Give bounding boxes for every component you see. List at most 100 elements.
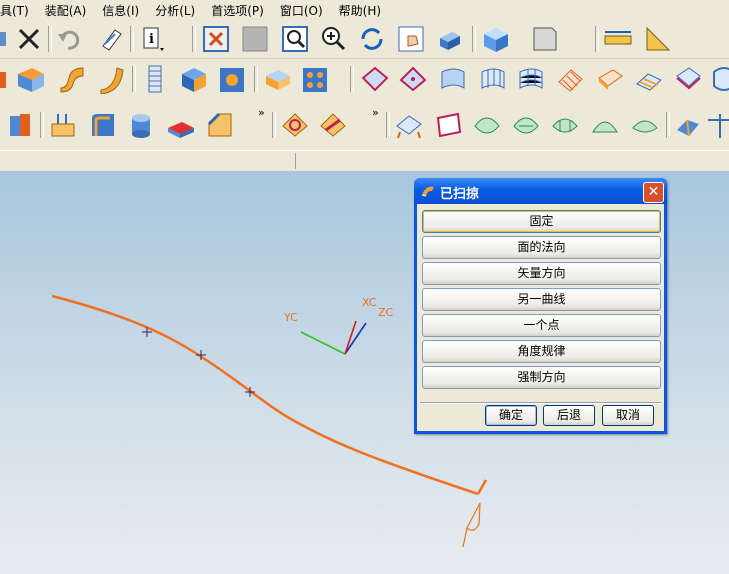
measure-angle-icon[interactable] (643, 24, 673, 54)
option-angle-law-button[interactable]: 角度规律 (422, 340, 661, 363)
shaded-view-icon[interactable] (434, 24, 464, 54)
option-another-curve-button[interactable]: 另一曲线 (422, 288, 661, 311)
wcs-y-axis (300, 331, 346, 355)
measure-distance-icon[interactable] (603, 24, 633, 54)
smooth-poles-icon[interactable] (511, 110, 541, 140)
wcs-x-axis (344, 322, 367, 355)
direction-cone (462, 502, 481, 548)
through-curves-icon[interactable] (478, 64, 508, 94)
option-forced-direction-button[interactable]: 强制方向 (422, 366, 661, 389)
swept-app-icon (421, 186, 434, 197)
menu-bar: 具(T) 装配(A) 信息(I) 分析(L) 首选项(P) 窗口(O) 帮助(H… (0, 0, 729, 20)
x-form-icon[interactable] (434, 110, 464, 140)
toolbar-separator (666, 112, 670, 138)
zoom-region-icon[interactable] (240, 24, 270, 54)
render-style-icon[interactable] (480, 24, 510, 54)
trim-body-icon[interactable] (6, 110, 36, 140)
global-shaping-icon[interactable] (550, 110, 580, 140)
cylinder-icon[interactable] (126, 110, 156, 140)
section-line (476, 479, 488, 495)
edit-parameters-icon[interactable] (318, 110, 348, 140)
n-sided-surface-icon[interactable] (673, 64, 703, 94)
thread-icon[interactable] (140, 64, 170, 94)
svg-text:i: i (149, 32, 154, 47)
menu-analysis[interactable]: 分析(L) (147, 2, 203, 19)
menu-preferences[interactable]: 首选项(P) (203, 2, 272, 19)
ruled-surface-icon[interactable] (438, 64, 468, 94)
toolbar-separator (472, 26, 476, 52)
wcs-z-axis (344, 320, 357, 355)
toolbar-operations: » » (0, 100, 729, 151)
toolbar-standard: i (0, 20, 729, 59)
menu-assembly[interactable]: 装配(A) (37, 2, 95, 19)
swept-dialog: 已扫掠 ✕ 固定 面的法向 矢量方向 另一曲线 一个点 角度规律 强制方向 确定… (414, 178, 667, 434)
shell-icon[interactable] (262, 64, 292, 94)
toolbar-separator (254, 66, 258, 92)
undo-icon[interactable] (54, 24, 84, 54)
menu-window[interactable]: 窗口(O) (272, 2, 331, 19)
toolbar-overflow-icon[interactable]: » (258, 106, 265, 119)
edit-feature-icon[interactable] (280, 110, 310, 140)
offset-face-icon[interactable] (48, 110, 78, 140)
through-curve-mesh-icon[interactable] (516, 64, 546, 94)
enlarge-surface-icon[interactable] (590, 110, 620, 140)
bridge-surface-icon[interactable] (634, 64, 664, 94)
toolbar-overflow-icon[interactable]: » (372, 106, 379, 119)
toolbar-separator (130, 26, 134, 52)
pattern-icon[interactable] (300, 64, 330, 94)
chamfer-icon[interactable] (205, 110, 235, 140)
cue-line-divider (295, 153, 296, 169)
menu-info[interactable]: 信息(I) (94, 2, 147, 19)
close-icon[interactable]: ✕ (643, 182, 664, 203)
hole-icon[interactable] (166, 110, 196, 140)
block-icon[interactable] (16, 64, 46, 94)
fit-icon[interactable] (201, 24, 231, 54)
option-a-point-button[interactable]: 一个点 (422, 314, 661, 337)
menu-help[interactable]: 帮助(H) (331, 2, 389, 19)
toolbar-separator (192, 26, 196, 52)
sew-icon[interactable] (673, 110, 703, 140)
cancel-button[interactable]: 取消 (602, 405, 654, 426)
option-face-normal-button[interactable]: 面的法向 (422, 236, 661, 259)
zoom-window-icon[interactable] (280, 24, 310, 54)
option-fixed-button[interactable]: 固定 (422, 210, 661, 233)
toolbar-separator (132, 66, 136, 92)
menu-tools[interactable]: 具(T) (0, 2, 37, 19)
move-surface-icon[interactable] (394, 110, 424, 140)
quilt-icon[interactable] (706, 110, 729, 140)
back-button[interactable]: 后退 (543, 405, 595, 426)
extension-icon[interactable] (710, 64, 729, 94)
sweep-feature-icon[interactable] (57, 64, 87, 94)
rotate-icon[interactable] (357, 24, 387, 54)
match-edge-icon[interactable] (472, 110, 502, 140)
surface-through-points-icon[interactable] (360, 64, 390, 94)
surface-from-poles-icon[interactable] (398, 64, 428, 94)
info-icon[interactable]: i (138, 24, 168, 54)
boss-icon[interactable] (217, 64, 247, 94)
dialog-body: 固定 面的法向 矢量方向 另一曲线 一个点 角度规律 强制方向 确定 后退 取消 (417, 204, 664, 431)
pocket-icon[interactable] (178, 64, 208, 94)
ok-button[interactable]: 确定 (485, 405, 537, 426)
toolbar-separator (48, 26, 52, 52)
view-orientation-icon[interactable] (530, 24, 560, 54)
dialog-titlebar[interactable]: 已扫掠 ✕ (414, 178, 667, 204)
delete-icon[interactable] (14, 24, 44, 54)
transform-icon[interactable] (95, 24, 125, 54)
wcs-yc-label: YC (283, 311, 298, 324)
wcs-zc-label: ZC (378, 306, 394, 319)
edge-blend-icon[interactable] (88, 110, 118, 140)
pan-icon[interactable] (396, 24, 426, 54)
toolbar-features (0, 60, 729, 101)
reverse-normal-icon[interactable] (630, 110, 660, 140)
swept-surface-icon[interactable] (555, 64, 585, 94)
toolbar-separator (272, 112, 276, 138)
dialog-separator (420, 402, 661, 404)
variational-sweep-icon[interactable] (95, 64, 125, 95)
toolbar-separator (595, 26, 599, 52)
zoom-in-out-icon[interactable] (318, 24, 348, 54)
option-vector-direction-button[interactable]: 矢量方向 (422, 262, 661, 285)
section-surface-icon[interactable] (595, 64, 625, 94)
toolbar-separator (40, 112, 44, 138)
wcs-xc-label: XC (362, 296, 377, 309)
toolbar-separator (350, 66, 354, 92)
